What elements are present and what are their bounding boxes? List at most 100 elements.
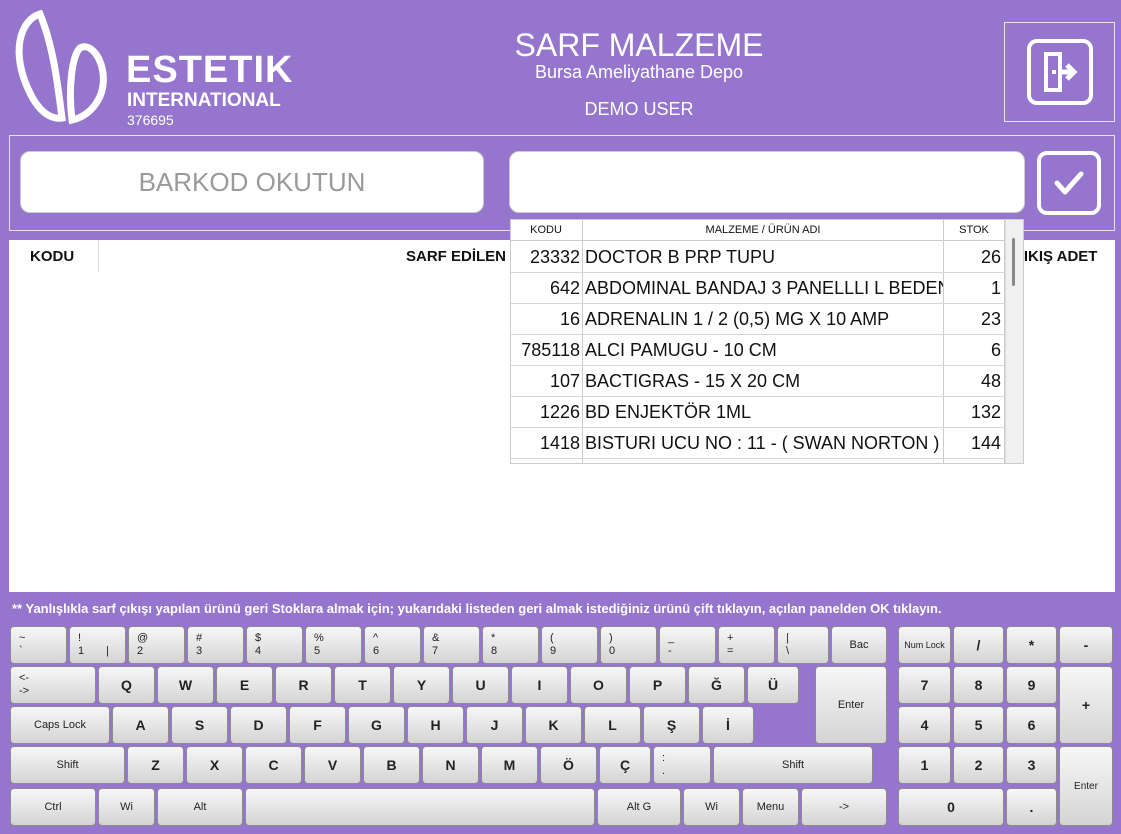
key-num-1[interactable]: 1	[898, 746, 951, 784]
key-num-multiply[interactable]: *	[1006, 626, 1057, 664]
key-0[interactable]: ) 0	[600, 626, 657, 664]
key-num-6[interactable]: 6	[1006, 706, 1057, 744]
key-num-8[interactable]: 8	[953, 666, 1004, 704]
key-4[interactable]: $4	[246, 626, 303, 664]
info-note: ** Yanlışlıkla sarf çıkışı yapılan ürünü…	[12, 601, 942, 616]
key-d[interactable]: D	[230, 706, 287, 744]
key-6[interactable]: ^ 6	[364, 626, 421, 664]
key-num-enter[interactable]: Enter	[1059, 746, 1113, 826]
dropdown-row[interactable]: 107 BACTIGRAS - 15 X 20 CM 48	[511, 366, 1005, 397]
key-arrow-right[interactable]: ->	[801, 788, 887, 826]
barcode-input[interactable]	[20, 151, 484, 213]
key-o[interactable]: O	[570, 666, 627, 704]
key-num-decimal[interactable]: .	[1006, 788, 1057, 826]
key-ctrl[interactable]: Ctrl	[10, 788, 96, 826]
dropdown-row[interactable]: 23332 DOCTOR B PRP TUPU 26	[511, 242, 1005, 273]
key-z[interactable]: Z	[127, 746, 184, 784]
key-r[interactable]: R	[275, 666, 332, 704]
brand-code: 376695	[127, 112, 174, 128]
key-win-left[interactable]: Wi	[98, 788, 155, 826]
key-num-2[interactable]: 2	[953, 746, 1004, 784]
exit-button[interactable]	[1027, 39, 1093, 105]
key-j[interactable]: J	[466, 706, 523, 744]
key-a[interactable]: A	[112, 706, 169, 744]
brand-subtitle: INTERNATIONAL	[127, 90, 281, 111]
key-num-4[interactable]: 4	[898, 706, 951, 744]
product-dropdown[interactable]: KODU MALZEME / ÜRÜN ADI STOK 23332 DOCTO…	[510, 219, 1024, 464]
key-u-umlaut[interactable]: Ü	[747, 666, 799, 704]
column-header-code: KODU	[30, 248, 75, 265]
key-backtick[interactable]: ~ `	[10, 626, 67, 664]
key-m[interactable]: M	[481, 746, 538, 784]
dropdown-row[interactable]: 1226 BD ENJEKTÖR 1ML 132	[511, 397, 1005, 428]
row-stock: 48	[980, 371, 1001, 391]
key-5[interactable]: % 5	[305, 626, 362, 664]
key-2[interactable]: @2	[128, 626, 185, 664]
key-b[interactable]: B	[363, 746, 420, 784]
key-e[interactable]: E	[216, 666, 273, 704]
row-code: 642	[549, 278, 580, 298]
key-minus[interactable]: _ -	[659, 626, 716, 664]
key-num-lock[interactable]: Num Lock	[898, 626, 951, 664]
key-num-0[interactable]: 0	[898, 788, 1004, 826]
confirm-button[interactable]	[1037, 151, 1101, 215]
key-g[interactable]: G	[348, 706, 405, 744]
key-c-cedilla[interactable]: Ç	[599, 746, 651, 784]
key-alt-gr[interactable]: Alt G	[597, 788, 681, 826]
key-h[interactable]: H	[407, 706, 464, 744]
key-enter[interactable]: Enter	[815, 666, 887, 744]
key-num-add[interactable]: +	[1059, 666, 1113, 744]
key-num-3[interactable]: 3	[1006, 746, 1057, 784]
key-num-5[interactable]: 5	[953, 706, 1004, 744]
key-s[interactable]: S	[171, 706, 228, 744]
key-c[interactable]: C	[245, 746, 302, 784]
key-backspace[interactable]: Bac	[831, 626, 887, 664]
key-num-subtract[interactable]: -	[1059, 626, 1113, 664]
key-k[interactable]: K	[525, 706, 582, 744]
key-space[interactable]	[245, 788, 595, 826]
key-3[interactable]: #3	[187, 626, 244, 664]
key-8[interactable]: * 8	[482, 626, 539, 664]
key-y[interactable]: Y	[393, 666, 450, 704]
key-num-7[interactable]: 7	[898, 666, 951, 704]
key-x[interactable]: X	[186, 746, 243, 784]
key-num-divide[interactable]: /	[953, 626, 1004, 664]
dropdown-header-stock: STOK	[959, 224, 989, 236]
key-i-dotted[interactable]: İ	[702, 706, 754, 744]
key-shift-left[interactable]: Shift	[10, 746, 125, 784]
key-l[interactable]: L	[584, 706, 641, 744]
key-backslash[interactable]: | \	[777, 626, 829, 664]
dropdown-row[interactable]: 785118 ALCI PAMUGU - 10 CM 6	[511, 335, 1005, 366]
key-o-umlaut[interactable]: Ö	[540, 746, 597, 784]
dropdown-row[interactable]: 1418 BISTURI UCU NO : 11 - ( SWAN NORTON…	[511, 428, 1005, 459]
key-win-right[interactable]: Wi	[683, 788, 740, 826]
dropdown-scrollbar[interactable]	[1005, 220, 1023, 463]
key-shift-right[interactable]: Shift	[713, 746, 873, 784]
exit-panel	[1004, 22, 1115, 122]
key-t[interactable]: T	[334, 666, 391, 704]
dropdown-scroll-thumb[interactable]	[1012, 238, 1015, 286]
key-7[interactable]: & 7	[423, 626, 480, 664]
product-search-input[interactable]	[509, 151, 1025, 213]
key-g-breve[interactable]: Ğ	[688, 666, 745, 704]
key-f[interactable]: F	[289, 706, 346, 744]
key-period[interactable]: :.	[653, 746, 711, 784]
key-s-cedilla[interactable]: Ş	[643, 706, 700, 744]
key-q[interactable]: Q	[98, 666, 155, 704]
dropdown-row[interactable]: 16 ADRENALIN 1 / 2 (0,5) MG X 10 AMP 23	[511, 304, 1005, 335]
key-tab[interactable]: <- ->	[10, 666, 96, 704]
key-caps-lock[interactable]: Caps Lock	[10, 706, 110, 744]
key-9[interactable]: (9	[541, 626, 598, 664]
key-num-9[interactable]: 9	[1006, 666, 1057, 704]
key-i[interactable]: I	[511, 666, 568, 704]
key-n[interactable]: N	[422, 746, 479, 784]
key-w[interactable]: W	[157, 666, 214, 704]
key-menu[interactable]: Menu	[742, 788, 799, 826]
key-p[interactable]: P	[629, 666, 686, 704]
dropdown-row[interactable]: 642 ABDOMINAL BANDAJ 3 PANELLLI L BEDEN …	[511, 273, 1005, 304]
key-alt[interactable]: Alt	[157, 788, 243, 826]
key-1[interactable]: ! 1 |	[69, 626, 126, 664]
key-u[interactable]: U	[452, 666, 509, 704]
key-v[interactable]: V	[304, 746, 361, 784]
key-equals[interactable]: + =	[718, 626, 775, 664]
